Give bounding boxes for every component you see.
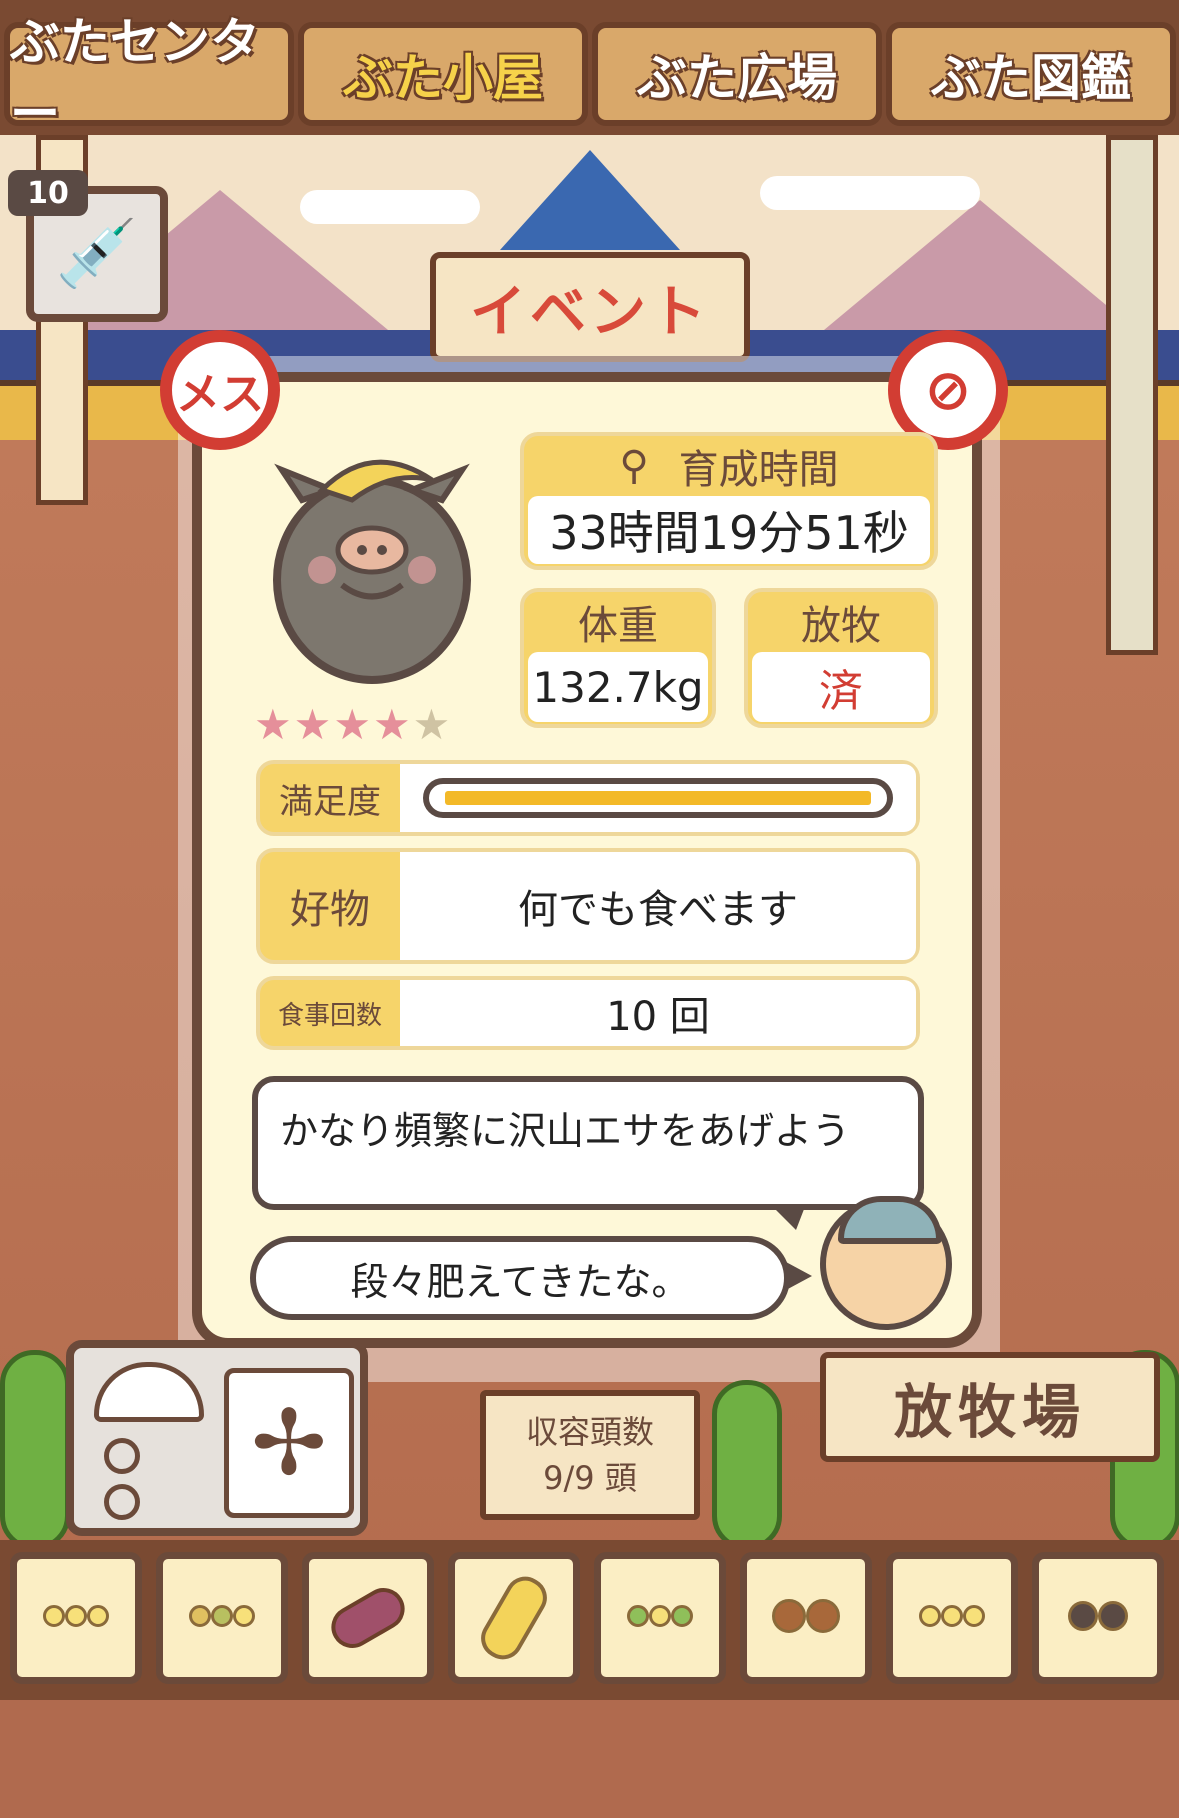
star-icon: ★ [412,700,453,749]
syringe-icon: 💉 [55,215,139,292]
food-plate-grains-button[interactable] [886,1552,1018,1684]
weight-label: 体重 [578,603,658,649]
capacity-value: 9/9 頭 [543,1459,637,1497]
syringe-count: 10 [8,170,88,216]
pig-illustration [273,459,471,684]
pin-icon: ⚲ [619,443,649,489]
food-sweet-potato-button[interactable] [302,1552,434,1684]
farmer-comment-text: 段々肥えてきたな。 [350,1259,690,1304]
rarity-stars: ★★★★★ [254,700,452,749]
weight-value: 132.7kg [528,652,708,722]
advice-text: かなり頻繁に沢山エサをあげよう [280,1109,851,1153]
pasture-button[interactable]: 放牧場 [820,1352,1160,1462]
satisfaction-row: 満足度 [256,760,920,836]
grazing-label: 放牧 [801,603,881,649]
favorite-value: 何でも食べます [400,852,916,960]
cloud [300,190,480,224]
food-plate-meatballs-button[interactable] [1032,1552,1164,1684]
mixed-grains-icon [189,1605,255,1631]
tab-buta-zukan[interactable]: ぶた図鑑 [886,22,1176,126]
star-icon: ★ [372,700,413,749]
growth-time-label: 育成時間 [678,447,839,493]
plate-grains-icon [919,1605,985,1631]
weight-box: 体重 132.7kg [520,588,716,728]
star-icon: ★ [333,700,373,749]
meals-value: 10 回 [400,980,916,1046]
star-icon: ★ [254,700,294,749]
farmer-comment-tail [786,1262,812,1290]
tab-buta-hiroba[interactable]: ぶた広場 [592,22,882,126]
advice-bubble-tail [770,1204,806,1230]
food-acorn-button[interactable] [740,1552,872,1684]
food-mixed-grains-button[interactable] [156,1552,288,1684]
farmer-comment-bubble: 段々肥えてきたな。 [250,1236,790,1320]
growth-time-label-row: ⚲ 育成時間 [524,436,934,496]
satisfaction-label: 満足度 [279,781,381,822]
bottom-ground [0,1700,1179,1818]
star-icon: ★ [293,700,334,749]
advice-bubble: かなり頻繁に沢山エサをあげよう [252,1076,924,1210]
food-soybeans-button[interactable] [10,1552,142,1684]
capacity-label: 収容頭数 [525,1412,654,1451]
dial-icon [104,1438,140,1474]
plate-meatballs-icon [1068,1601,1128,1635]
meals-row: 食事回数 10 回 [256,976,920,1050]
pillar-right [1106,135,1158,655]
mount-fuji [500,150,680,250]
acorn-icon [772,1599,840,1637]
sweet-potato-icon [323,1580,413,1656]
satisfaction-meter-area [400,764,916,832]
tab-buta-koya[interactable]: ぶた小屋 [298,22,588,126]
fan-icon: ✢ [224,1368,354,1518]
favorite-label: 好物 [290,887,370,933]
scale-gauge-icon [94,1362,204,1422]
grazing-box: 放牧 済 [744,588,938,728]
capacity-sign: 収容頭数 9/9 頭 [480,1390,700,1520]
food-corn-button[interactable] [448,1552,580,1684]
cloud [760,176,980,210]
favorite-row: 好物 何でも食べます [256,848,920,964]
female-badge: メス [160,330,280,450]
corn-icon [473,1569,555,1667]
dial-icon [104,1484,140,1520]
growth-time-box: ⚲ 育成時間 33時間19分51秒 [520,432,938,570]
food-herb-beans-button[interactable] [594,1552,726,1684]
cactus [712,1380,782,1550]
satisfaction-meter-fill [445,791,871,805]
grazing-value: 済 [752,652,930,722]
herb-beans-icon [627,1605,693,1631]
satisfaction-meter [423,778,893,818]
meals-label: 食事回数 [277,1000,382,1031]
event-sign[interactable]: イベント [430,252,750,362]
soybeans-icon [43,1605,109,1631]
tab-buta-center[interactable]: ぶたセンター [4,13,294,143]
pen-controls-panel[interactable]: ✢ [66,1340,368,1536]
cactus [0,1350,70,1550]
growth-time-value: 33時間19分51秒 [528,496,930,564]
